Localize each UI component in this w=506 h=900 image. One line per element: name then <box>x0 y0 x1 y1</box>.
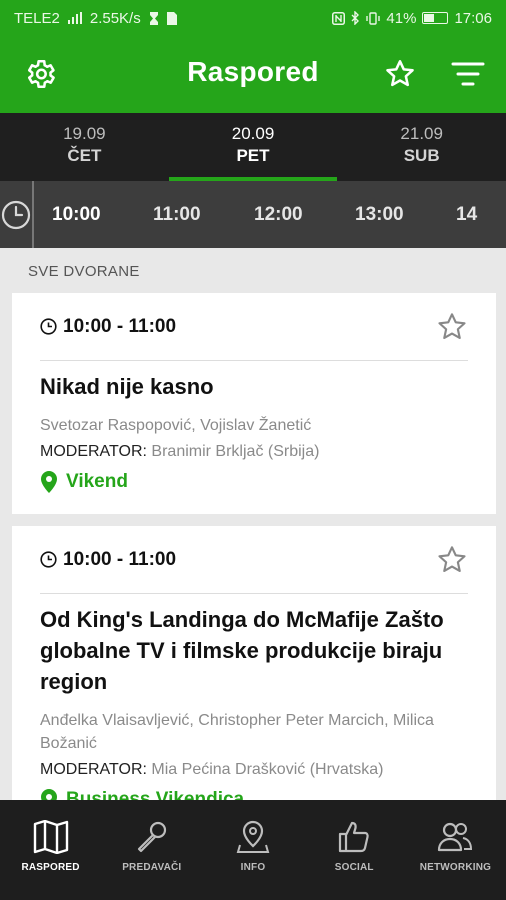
event-time: 10:00 - 11:00 <box>63 315 177 337</box>
bottom-navigation: RASPORED PREDAVAČI INFO SOCIAL NETWORKIN… <box>0 800 506 900</box>
page-title: Raspored <box>187 56 319 87</box>
time-slot[interactable]: 10:00 <box>52 204 153 226</box>
clock-button[interactable] <box>0 181 34 248</box>
event-speakers: Anđelka Vlaisavljević, Christopher Peter… <box>40 712 434 752</box>
clock-icon <box>40 318 57 335</box>
vibrate-icon <box>366 11 381 25</box>
tab-day: ČET <box>67 146 102 165</box>
star-outline-icon <box>386 60 414 87</box>
nfc-icon <box>332 11 346 25</box>
favorites-button[interactable] <box>380 54 420 94</box>
nav-label: INFO <box>240 862 266 873</box>
date-tabs: 19.09 ČET 20.09 PET 21.09 SUB <box>0 113 506 181</box>
event-title: Nikad nije kasno <box>40 374 214 399</box>
nav-predavaci[interactable]: PREDAVAČI <box>101 800 202 900</box>
file-icon <box>166 11 177 25</box>
event-title: Od King's Landinga do McMafije Zašto glo… <box>40 607 444 694</box>
signal-icon <box>67 12 82 24</box>
nav-label: NETWORKING <box>419 862 492 873</box>
bluetooth-icon <box>351 11 360 25</box>
event-venue: Business Vikendica <box>40 789 468 800</box>
event-moderator: MODERATOR: Mia Pećina Drašković (Hrvatsk… <box>40 761 468 779</box>
moderator-name: Branimir Brkljač (Srbija) <box>151 443 320 460</box>
event-moderator: MODERATOR: Branimir Brkljač (Srbija) <box>40 443 468 461</box>
nav-label: PREDAVAČI <box>122 862 182 873</box>
moderator-name: Mia Pećina Drašković (Hrvatska) <box>151 761 384 778</box>
location-pin-icon <box>236 820 270 853</box>
hall-filter-label: SVE DVORANE <box>28 263 140 280</box>
event-card[interactable]: 10:00 - 11:00 Nikad nije kasno Svetozar … <box>12 293 496 514</box>
filter-button[interactable] <box>448 54 488 94</box>
location-pin-icon <box>41 471 57 493</box>
event-venue: Vikend <box>40 471 468 493</box>
venue-name: Vikend <box>66 471 128 492</box>
event-time-row: 10:00 - 11:00 <box>40 293 468 361</box>
microphone-icon <box>137 821 166 853</box>
star-outline-icon[interactable] <box>436 311 468 343</box>
battery-percent: 41% <box>386 9 417 27</box>
battery-icon <box>422 12 449 24</box>
hourglass-icon <box>149 11 158 25</box>
event-time: 10:00 - 11:00 <box>63 548 177 570</box>
event-card[interactable]: 10:00 - 11:00 Od King's Landinga do McMa… <box>12 526 496 800</box>
nav-social[interactable]: SOCIAL <box>304 800 405 900</box>
moderator-label: MODERATOR: <box>40 761 147 778</box>
time-slot[interactable]: 14 <box>456 204 506 226</box>
map-icon <box>33 820 68 854</box>
tab-date-2[interactable]: 20.09 PET <box>168 113 338 181</box>
event-speakers: Svetozar Raspopović, Vojislav Žanetić <box>40 417 312 434</box>
event-time-row: 10:00 - 11:00 <box>40 526 468 594</box>
time-slot[interactable]: 12:00 <box>254 204 355 226</box>
clock-time: 17:06 <box>454 9 492 27</box>
carrier-label: TELE2 <box>14 9 60 27</box>
people-icon <box>438 822 473 852</box>
thumbs-up-icon <box>339 821 369 853</box>
nav-label: RASPORED <box>21 862 80 873</box>
star-outline-icon[interactable] <box>436 544 468 576</box>
status-bar: TELE2 2.55K/s 41% 17:06 <box>0 0 506 36</box>
tab-date: 20.09 <box>231 124 275 143</box>
venue-name: Business Vikendica <box>66 789 245 800</box>
tab-date: 19.09 <box>63 124 106 143</box>
time-slot[interactable]: 13:00 <box>355 204 456 226</box>
nav-raspored[interactable]: RASPORED <box>0 800 101 900</box>
nav-label: SOCIAL <box>334 862 374 873</box>
filter-lines-icon <box>451 62 485 86</box>
location-pin-icon <box>41 789 57 800</box>
tab-date-1[interactable]: 19.09 ČET <box>0 113 169 181</box>
tab-day: SUB <box>403 146 440 165</box>
moderator-label: MODERATOR: <box>40 443 147 460</box>
tab-date: 21.09 <box>400 124 443 143</box>
tab-date-3[interactable]: 21.09 SUB <box>337 113 506 181</box>
clock-icon <box>40 551 57 568</box>
nav-networking[interactable]: NETWORKING <box>405 800 506 900</box>
nav-info[interactable]: INFO <box>202 800 303 900</box>
time-slots: 10:00 11:00 12:00 13:00 14 <box>34 204 506 226</box>
tab-day: PET <box>236 146 270 165</box>
app-bar: Raspored <box>0 36 506 113</box>
network-speed: 2.55K/s <box>89 9 141 27</box>
time-selector: 10:00 11:00 12:00 13:00 14 <box>0 181 506 248</box>
time-slot[interactable]: 11:00 <box>153 204 254 226</box>
clock-icon <box>1 200 31 229</box>
